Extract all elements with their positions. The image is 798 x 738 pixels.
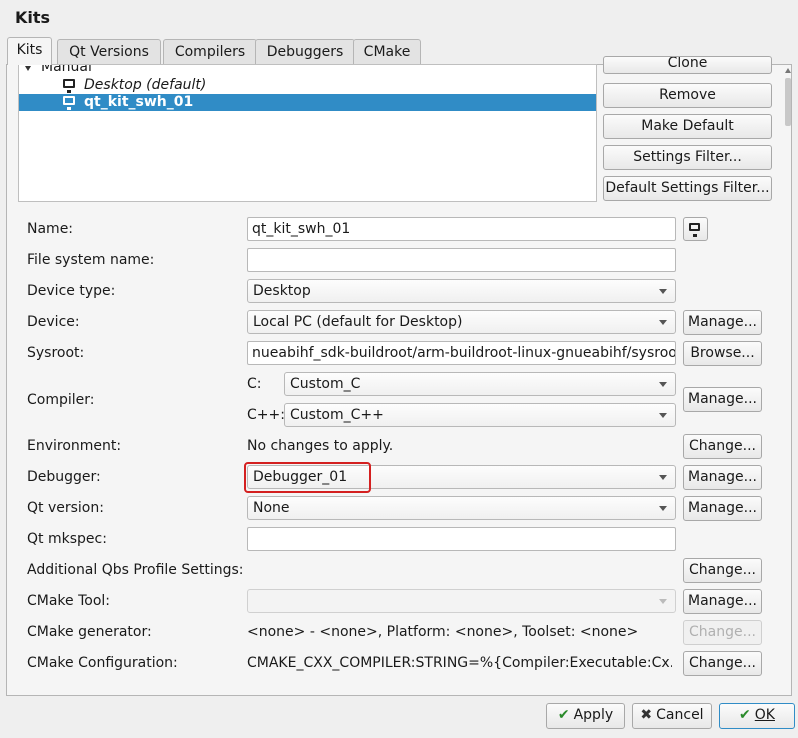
clone-button-label: Clone <box>667 56 708 71</box>
cmake-generator-label: CMake generator: <box>27 624 152 640</box>
checkmark-icon: ✔ <box>557 707 570 723</box>
ok-label: OK <box>754 707 775 723</box>
device-type-combo[interactable]: Desktop <box>247 279 676 303</box>
compiler-cpp-value: Custom_C++ <box>290 407 384 423</box>
compiler-manage-button[interactable]: Manage... <box>683 387 762 412</box>
qbs-change-button[interactable]: Change... <box>683 558 762 583</box>
debugger-label: Debugger: <box>27 469 101 485</box>
window-title: Kits <box>15 8 51 27</box>
sysroot-label: Sysroot: <box>27 345 85 361</box>
compiler-c-combo[interactable]: Custom_C <box>284 372 676 396</box>
apply-label: Apply <box>573 707 614 723</box>
settings-filter-button[interactable]: Settings Filter... <box>603 145 772 170</box>
compiler-c-label: C: <box>247 376 262 392</box>
sysroot-browse-button[interactable]: Browse... <box>683 341 762 366</box>
cmake-config-change-button[interactable]: Change... <box>683 651 762 676</box>
cancel-button[interactable]: ✖ Cancel <box>632 703 712 729</box>
qt-mkspec-input[interactable] <box>247 527 676 551</box>
device-combo[interactable]: Local PC (default for Desktop) <box>247 310 676 334</box>
tab-cmake[interactable]: CMake <box>353 39 421 65</box>
device-icon-button[interactable] <box>683 217 708 241</box>
name-label: Name: <box>27 221 74 237</box>
cmake-tool-label: CMake Tool: <box>27 593 111 609</box>
qt-version-combo[interactable]: None <box>247 496 676 520</box>
qt-version-manage-button[interactable]: Manage... <box>683 496 762 521</box>
device-label: Device: <box>27 314 80 330</box>
tree-item-qt-kit-swh-01[interactable]: qt_kit_swh_01 <box>19 94 596 111</box>
compiler-label: Compiler: <box>27 392 95 408</box>
device-type-value: Desktop <box>253 283 311 299</box>
ok-button[interactable]: ✔ OK <box>719 703 795 729</box>
debugger-manage-button[interactable]: Manage... <box>683 465 762 490</box>
remove-button[interactable]: Remove <box>603 83 772 108</box>
chevron-down-icon <box>659 382 667 387</box>
tree-item-desktop-default[interactable]: Desktop (default) <box>19 77 596 94</box>
monitor-icon <box>689 223 700 237</box>
make-default-button[interactable]: Make Default <box>603 114 772 139</box>
device-type-label: Device type: <box>27 283 116 299</box>
qt-mkspec-label: Qt mkspec: <box>27 531 107 547</box>
tree-group-manual[interactable]: Manual <box>19 64 596 76</box>
tab-debuggers[interactable]: Debuggers <box>255 39 355 65</box>
chevron-down-icon <box>659 599 667 604</box>
close-icon: ✖ <box>640 707 653 723</box>
cmake-generator-value: <none> - <none>, Platform: <none>, Tools… <box>247 624 639 640</box>
tree-item-label: qt_kit_swh_01 <box>84 94 194 110</box>
fs-name-input[interactable] <box>247 248 676 272</box>
environment-label: Environment: <box>27 438 122 454</box>
tab-qt-versions[interactable]: Qt Versions <box>57 39 161 65</box>
sysroot-input[interactable]: nueabihf_sdk-buildroot/arm-buildroot-lin… <box>247 341 676 365</box>
compiler-cpp-combo[interactable]: Custom_C++ <box>284 403 676 427</box>
debugger-highlight-box <box>244 462 371 493</box>
fs-name-label: File system name: <box>27 252 155 268</box>
device-value: Local PC (default for Desktop) <box>253 314 463 330</box>
cmake-tool-manage-button[interactable]: Manage... <box>683 589 762 614</box>
clone-button[interactable]: Clone <box>603 56 772 74</box>
monitor-icon <box>63 79 75 93</box>
tab-compilers[interactable]: Compilers <box>163 39 257 65</box>
expand-arrow-icon[interactable] <box>25 66 31 71</box>
name-input[interactable]: qt_kit_swh_01 <box>247 217 676 241</box>
environment-value: No changes to apply. <box>247 438 394 454</box>
chevron-down-icon <box>659 413 667 418</box>
cmake-config-label: CMake Configuration: <box>27 655 178 671</box>
qt-version-label: Qt version: <box>27 500 104 516</box>
scroll-up-icon[interactable] <box>785 68 791 73</box>
checkmark-icon: ✔ <box>739 707 751 723</box>
monitor-icon <box>63 96 75 110</box>
cmake-config-value: CMAKE_CXX_COMPILER:STRING=%{Compiler:Exe… <box>247 655 672 671</box>
chevron-down-icon <box>659 289 667 294</box>
compiler-c-value: Custom_C <box>290 376 361 392</box>
cmake-generator-change-button[interactable]: Change... <box>683 620 762 645</box>
environment-change-button[interactable]: Change... <box>683 434 762 459</box>
qt-version-value: None <box>253 500 290 516</box>
device-manage-button[interactable]: Manage... <box>683 310 762 335</box>
qbs-settings-label: Additional Qbs Profile Settings: <box>27 562 244 578</box>
scrollbar-thumb[interactable] <box>785 78 791 126</box>
default-settings-filter-button[interactable]: Default Settings Filter... <box>603 176 772 201</box>
cmake-tool-combo[interactable] <box>247 589 676 613</box>
chevron-down-icon <box>659 506 667 511</box>
apply-button[interactable]: ✔ Apply <box>546 703 625 729</box>
tree-group-label: Manual <box>41 64 92 75</box>
compiler-cpp-label: C++: <box>247 407 285 423</box>
chevron-down-icon <box>659 475 667 480</box>
tree-item-label: Desktop (default) <box>84 77 207 93</box>
chevron-down-icon <box>659 320 667 325</box>
tab-kits[interactable]: Kits <box>7 37 52 65</box>
cancel-label: Cancel <box>656 707 704 723</box>
kit-tree[interactable]: Manual Desktop (default) qt_kit_swh_01 <box>18 64 597 202</box>
